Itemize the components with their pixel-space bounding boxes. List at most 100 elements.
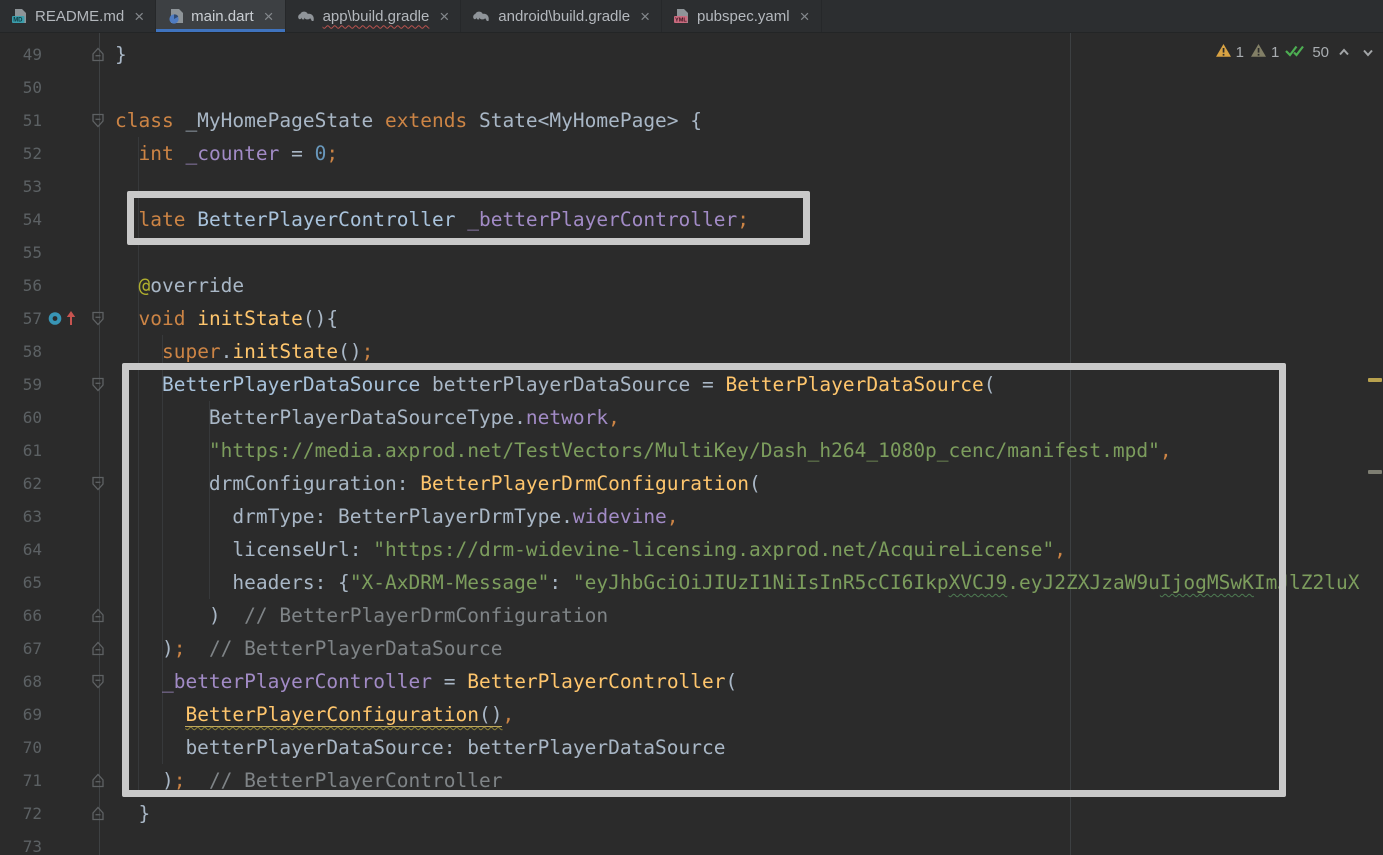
line-number: 50	[0, 71, 42, 104]
tab-android-build.gradle[interactable]: android\build.gradle ×	[461, 0, 662, 32]
fold-end-icon[interactable]	[91, 47, 105, 67]
code-text[interactable]: int _counter = 0;	[115, 137, 338, 170]
fold-end-icon[interactable]	[91, 641, 105, 661]
code-token: betterPlayerDataSource =	[420, 373, 725, 396]
fold-end-icon[interactable]	[91, 773, 105, 793]
code-token: :	[549, 571, 572, 594]
code-token: }	[115, 43, 127, 66]
gradle-elephant-icon	[297, 9, 316, 24]
code-text[interactable]: ) // BetterPlayerDrmConfiguration	[115, 599, 608, 632]
code-text[interactable]: }	[115, 38, 127, 71]
code-token	[115, 307, 138, 330]
code-text[interactable]: class _MyHomePageState extends State<MyH…	[115, 104, 702, 137]
dart-file-icon	[167, 8, 184, 24]
code-token: ImJlZ2luX	[1254, 571, 1360, 594]
code-token	[455, 208, 467, 231]
code-token	[115, 439, 209, 462]
code-text[interactable]: late BetterPlayerController _betterPlaye…	[115, 203, 749, 236]
code-line-62: 62 drmConfiguration: BetterPlayerDrmConf…	[0, 467, 1383, 500]
code-line-59: 59 BetterPlayerDataSource betterPlayerDa…	[0, 368, 1383, 401]
fold-start-icon[interactable]	[91, 476, 105, 496]
tab-label: android\build.gradle	[498, 8, 630, 25]
error-stripe-mark[interactable]	[1368, 470, 1382, 474]
code-text[interactable]: _betterPlayerController = BetterPlayerCo…	[115, 665, 737, 698]
inspections-widget: 11 50	[1215, 43, 1377, 62]
error-stripe-mark[interactable]	[1368, 378, 1382, 382]
code-token: ,	[502, 703, 514, 726]
fold-start-icon[interactable]	[91, 311, 105, 331]
code-text[interactable]: drmConfiguration: BetterPlayerDrmConfigu…	[115, 467, 761, 500]
line-number: 64	[0, 533, 42, 566]
line-number: 63	[0, 500, 42, 533]
line-number: 49	[0, 38, 42, 71]
code-token: betterPlayerDataSource: betterPlayerData…	[115, 736, 725, 759]
passed-group[interactable]: 50	[1285, 43, 1329, 62]
tab-label: README.md	[35, 8, 124, 25]
line-number: 67	[0, 632, 42, 665]
tab-pubspec.yaml[interactable]: YMLpubspec.yaml×	[662, 0, 822, 32]
code-token: (){	[303, 307, 338, 330]
code-editor[interactable]: 49}5051class _MyHomePageState extends St…	[0, 33, 1383, 855]
code-text[interactable]: ); // BetterPlayerController	[115, 764, 502, 797]
code-line-65: 65 headers: {"X-AxDRM-Message": "eyJhbGc…	[0, 566, 1383, 599]
code-text[interactable]: drmType: BetterPlayerDrmType.widevine,	[115, 500, 679, 533]
code-token: )	[115, 604, 244, 627]
tab-close-icon[interactable]: ×	[134, 8, 144, 25]
code-token: ()	[338, 340, 361, 363]
tab-close-icon[interactable]: ×	[264, 8, 274, 25]
yaml-file-icon: YML	[673, 8, 690, 24]
code-token: network	[526, 406, 608, 429]
code-line-55: 55	[0, 236, 1383, 269]
fold-start-icon[interactable]	[91, 377, 105, 397]
code-token: =	[279, 142, 314, 165]
fold-start-icon[interactable]	[91, 113, 105, 133]
code-lines: 49}5051class _MyHomePageState extends St…	[0, 33, 1383, 855]
line-number: 56	[0, 269, 42, 302]
code-text[interactable]: ); // BetterPlayerDataSource	[115, 632, 502, 665]
tab-close-icon[interactable]: ×	[640, 8, 650, 25]
code-text[interactable]: headers: {"X-AxDRM-Message": "eyJhbGciOi…	[115, 566, 1360, 599]
passed-count: 50	[1312, 44, 1329, 61]
code-token	[115, 208, 138, 231]
code-token: initState	[197, 307, 303, 330]
tab-readme.md[interactable]: MDREADME.md×	[0, 0, 156, 32]
code-line-52: 52 int _counter = 0;	[0, 137, 1383, 170]
code-text[interactable]: "https://media.axprod.net/TestVectors/Mu…	[115, 434, 1172, 467]
code-line-60: 60 BetterPlayerDataSourceType.network,	[0, 401, 1383, 434]
code-token: late	[138, 208, 185, 231]
code-token: ;	[174, 637, 186, 660]
code-line-71: 71 ); // BetterPlayerController	[0, 764, 1383, 797]
editor-tab-bar: MDREADME.md×main.dart×app\build.gradle×a…	[0, 0, 1383, 33]
override-marker-icon[interactable]	[47, 310, 83, 332]
fold-start-icon[interactable]	[91, 674, 105, 694]
code-text[interactable]: licenseUrl: "https://drm-widevine-licens…	[115, 533, 1066, 566]
chevron-down-icon[interactable]	[1359, 46, 1377, 59]
code-token	[115, 703, 185, 726]
code-token: BetterPlayerDataSource	[726, 373, 984, 396]
code-text[interactable]: super.initState();	[115, 335, 373, 368]
code-token: (	[726, 670, 738, 693]
tab-main.dart[interactable]: main.dart×	[156, 0, 285, 32]
code-line-69: 69 BetterPlayerConfiguration(),	[0, 698, 1383, 731]
code-token: // BetterPlayerController	[209, 769, 503, 792]
chevron-up-icon[interactable]	[1335, 46, 1353, 59]
code-token: ;	[174, 769, 186, 792]
warning-group[interactable]: 1	[1215, 43, 1244, 62]
code-token: ;	[362, 340, 374, 363]
code-text[interactable]: @override	[115, 269, 244, 302]
tab-close-icon[interactable]: ×	[439, 8, 449, 25]
fold-end-icon[interactable]	[91, 806, 105, 826]
code-text[interactable]: BetterPlayerDataSource betterPlayerDataS…	[115, 368, 996, 401]
code-token: =	[432, 670, 467, 693]
code-token: .	[221, 340, 233, 363]
code-text[interactable]: BetterPlayerDataSourceType.network,	[115, 401, 620, 434]
fold-end-icon[interactable]	[91, 608, 105, 628]
code-text[interactable]: BetterPlayerConfiguration(),	[115, 698, 514, 731]
weak-warning-group[interactable]: 1	[1250, 43, 1279, 62]
code-text[interactable]: void initState(){	[115, 302, 338, 335]
tab-app-build.gradle[interactable]: app\build.gradle×	[286, 0, 462, 32]
code-text[interactable]: }	[115, 797, 150, 830]
code-token: extends	[385, 109, 467, 132]
tab-close-icon[interactable]: ×	[800, 8, 810, 25]
code-text[interactable]: betterPlayerDataSource: betterPlayerData…	[115, 731, 725, 764]
